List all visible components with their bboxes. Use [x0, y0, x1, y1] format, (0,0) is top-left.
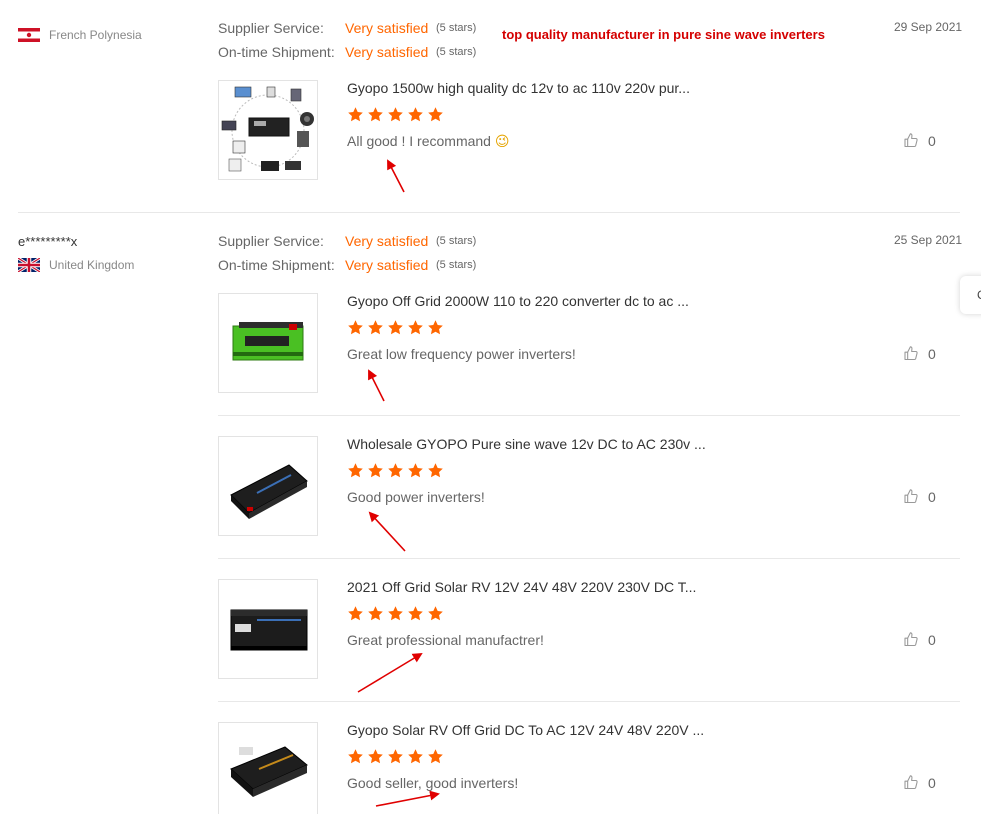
star-icon: [347, 748, 364, 765]
star-icon: [367, 605, 384, 622]
star-icon: [367, 748, 384, 765]
annotation-arrow: [387, 159, 405, 193]
star-icon: [367, 462, 384, 479]
product-name-link[interactable]: Gyopo 1500w high quality dc 12v to ac 11…: [347, 80, 690, 96]
star-icon: [427, 462, 444, 479]
united-kingdom-flag-icon: [18, 258, 40, 272]
wink-emoji-icon: 😉: [494, 133, 510, 149]
annotation-arrow: [368, 511, 406, 552]
annotation-arrow: [368, 369, 385, 402]
thumbs-up-icon: [903, 774, 919, 791]
product-thumbnail[interactable]: [218, 722, 318, 814]
star-icon: [387, 106, 404, 123]
star-icon: [387, 462, 404, 479]
shipment-label: On-time Shipment:: [218, 44, 335, 60]
french-polynesia-flag-icon: [18, 28, 40, 42]
black-inverter-image: [230, 746, 308, 797]
supplier-service-value: Very satisfied: [345, 233, 429, 249]
like-count: 0: [928, 132, 936, 149]
star-icon: [347, 319, 364, 336]
review-text: Great low frequency power inverters!: [347, 346, 576, 362]
thumbs-up-icon: [903, 345, 919, 362]
like-count: 0: [928, 774, 936, 791]
product-thumbnail[interactable]: [218, 80, 318, 180]
black-inverter-image: [230, 609, 308, 651]
review-text-content: All good ! I recommand: [347, 133, 491, 149]
product-name-link[interactable]: 2021 Off Grid Solar RV 12V 24V 48V 220V …: [347, 579, 696, 595]
product-rating: [347, 319, 444, 336]
product-rating: [347, 462, 444, 479]
product-rating: [347, 106, 444, 123]
like-button[interactable]: 0: [903, 132, 936, 149]
product-thumbnail[interactable]: [218, 579, 318, 679]
shipment-label: On-time Shipment:: [218, 257, 335, 273]
reviewer-country: United Kingdom: [49, 258, 135, 272]
star-icon: [387, 605, 404, 622]
star-icon: [427, 319, 444, 336]
star-icon: [427, 605, 444, 622]
review-date: 29 Sep 2021: [894, 20, 963, 34]
star-icon: [407, 605, 424, 622]
thumbs-up-icon: [903, 631, 919, 648]
product-thumbnail[interactable]: [218, 293, 318, 393]
like-count: 0: [928, 488, 936, 505]
reviewer-country: French Polynesia: [49, 28, 142, 42]
product-thumbnail[interactable]: [218, 436, 318, 536]
supplier-service-label: Supplier Service:: [218, 233, 324, 249]
star-icon: [427, 106, 444, 123]
product-rating: [347, 605, 444, 622]
review-text: All good ! I recommand 😉: [347, 133, 509, 150]
like-button[interactable]: 0: [903, 488, 936, 505]
review-divider: [18, 212, 960, 213]
item-divider: [218, 415, 960, 416]
item-divider: [218, 558, 960, 559]
product-name-link[interactable]: Gyopo Solar RV Off Grid DC To AC 12V 24V…: [347, 722, 704, 738]
review-text: Great professional manufactrer!: [347, 632, 544, 648]
like-count: 0: [928, 631, 936, 648]
annotation-arrow: [375, 790, 440, 807]
star-icon: [387, 748, 404, 765]
supplier-service-label: Supplier Service:: [218, 20, 324, 36]
like-button[interactable]: 0: [903, 774, 936, 791]
like-button[interactable]: 0: [903, 345, 936, 362]
supplier-service-value: Very satisfied: [345, 20, 429, 36]
like-count: 0: [928, 345, 936, 362]
star-icon: [347, 462, 364, 479]
black-inverter-image: [230, 464, 308, 519]
supplier-service-stars: (5 stars): [436, 22, 477, 34]
product-name-link[interactable]: Wholesale GYOPO Pure sine wave 12v DC to…: [347, 436, 706, 452]
thumbs-up-icon: [903, 488, 919, 505]
star-icon: [407, 319, 424, 336]
like-button[interactable]: 0: [903, 631, 936, 648]
star-icon: [367, 319, 384, 336]
star-icon: [367, 106, 384, 123]
annotation-arrow: [357, 652, 423, 693]
product-rating: [347, 748, 444, 765]
shipment-stars: (5 stars): [436, 259, 477, 271]
star-icon: [347, 605, 364, 622]
star-icon: [407, 462, 424, 479]
review-date: 25 Sep 2021: [894, 233, 963, 247]
annotation-text: top quality manufacturer in pure sine wa…: [502, 27, 825, 42]
thumbs-up-icon: [903, 132, 919, 149]
star-icon: [347, 106, 364, 123]
star-icon: [427, 748, 444, 765]
inverter-setup-image: [221, 86, 314, 172]
green-inverter-image: [232, 322, 304, 361]
shipment-stars: (5 stars): [436, 46, 477, 58]
star-icon: [407, 106, 424, 123]
supplier-service-stars: (5 stars): [436, 235, 477, 247]
side-tab[interactable]: C: [960, 276, 981, 314]
review-text: Good seller, good inverters!: [347, 775, 519, 791]
review-text: Good power inverters!: [347, 489, 485, 505]
star-icon: [407, 748, 424, 765]
shipment-value: Very satisfied: [345, 44, 429, 60]
reviewer-name: e*********x: [18, 234, 78, 249]
annotation-arrows: [357, 159, 440, 807]
shipment-value: Very satisfied: [345, 257, 429, 273]
star-icon: [387, 319, 404, 336]
side-tab-label: C: [977, 288, 981, 302]
product-name-link[interactable]: Gyopo Off Grid 2000W 110 to 220 converte…: [347, 293, 689, 309]
item-divider: [218, 701, 960, 702]
